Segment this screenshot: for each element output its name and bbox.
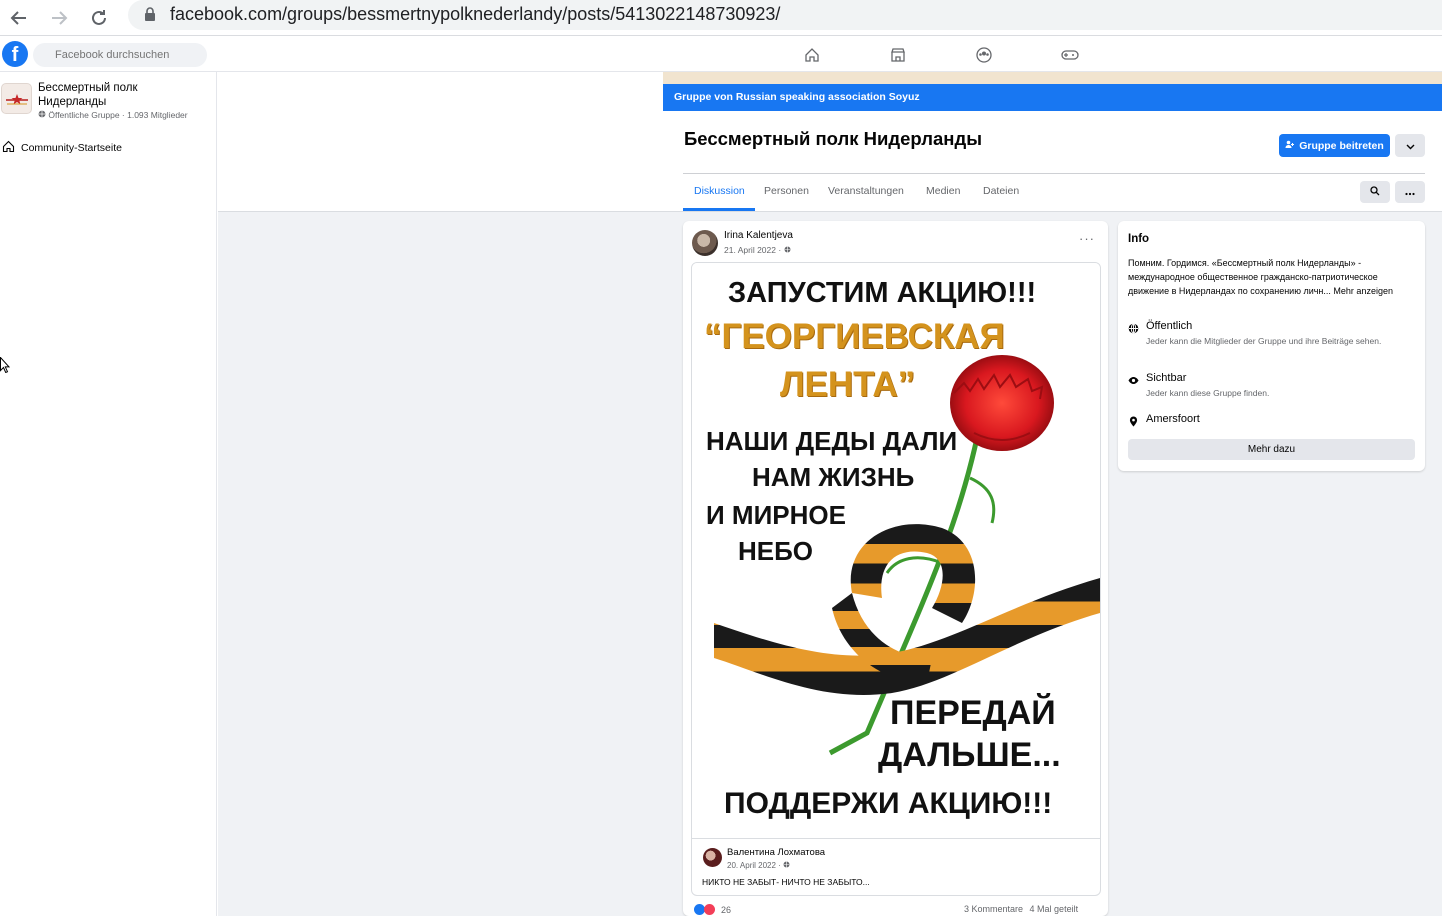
group-search-button[interactable]: [1360, 181, 1390, 203]
group-meta-text: Öffentliche Gruppe · 1.093 Mitglieder: [48, 110, 188, 120]
facebook-top-bar: f: [0, 37, 1442, 72]
shared-post[interactable]: ЗАПУСТИМ АКЦИЮ!!! “ГЕОРГИЕВСКАЯ ЛЕНТА” Н…: [691, 262, 1101, 896]
love-reaction-icon: [704, 904, 715, 915]
post-card: Irina Kalentjeva 21. April 2022 · ··· ЗА…: [683, 221, 1108, 916]
poster-line-1: ЗАПУСТИМ АКЦИЮ!!!: [728, 277, 1037, 309]
tab-people[interactable]: Personen: [764, 185, 809, 197]
reactions-summary[interactable]: 26: [694, 904, 731, 915]
facebook-logo[interactable]: f: [2, 41, 28, 67]
comments-count[interactable]: 3 Kommentare: [964, 904, 1023, 914]
parent-group-banner[interactable]: Gruppe von Russian speaking association …: [663, 84, 1442, 111]
community-home-label: Community-Startseite: [21, 142, 122, 154]
sidebar-group-name[interactable]: Бессмертный полк Нидерланды: [38, 81, 208, 109]
people-icon: [1285, 140, 1295, 152]
shared-post-text: НИКТО НЕ ЗАБЫТ- НИЧТО НЕ ЗАБЫТО...: [702, 877, 870, 887]
post-image[interactable]: ЗАПУСТИМ АКЦИЮ!!! “ГЕОРГИЕВСКАЯ ЛЕНТА” Н…: [692, 263, 1100, 839]
location-title[interactable]: Amersfoort: [1146, 413, 1200, 425]
info-title: Info: [1128, 233, 1150, 245]
url-text: facebook.com/groups/bessmertnypolknederl…: [170, 4, 781, 24]
sidebar-group-meta: Öffentliche Gruppe · 1.093 Mitglieder: [38, 110, 188, 120]
reaction-count: 26: [721, 904, 732, 915]
shared-post-author[interactable]: Валентина Лохматова: [727, 847, 825, 858]
post-author[interactable]: Irina Kalentjeva: [724, 230, 793, 241]
chevron-down-button[interactable]: [1395, 134, 1425, 157]
tab-files[interactable]: Dateien: [983, 185, 1019, 197]
poster-line-3: ЛЕНТА”: [780, 365, 916, 404]
join-group-button[interactable]: Gruppe beitreten: [1279, 134, 1390, 157]
cover-photo: [663, 72, 1442, 84]
shared-post-date[interactable]: 20. April 2022 ·: [727, 861, 790, 870]
browser-toolbar: facebook.com/groups/bessmertnypolknederl…: [0, 0, 1442, 36]
info-card: Info Помним. Гордимся. «Бессмертный полк…: [1118, 221, 1425, 471]
poster-line-4: НАШИ ДЕДЫ ДАЛИ: [706, 426, 958, 456]
group-thumbnail[interactable]: [1, 83, 32, 114]
page-title: Бессмертный полк Нидерланды: [684, 128, 983, 149]
poster-line-8: ПЕРЕДАЙ: [890, 694, 1056, 732]
post-date[interactable]: 21. April 2022 ·: [724, 245, 791, 255]
visibility-title: Sichtbar: [1146, 372, 1187, 384]
marketplace-icon[interactable]: [888, 45, 908, 65]
poster-line-9: ДАЛЬШЕ...: [878, 736, 1061, 774]
facebook-search-input[interactable]: [33, 43, 207, 67]
search-icon: [1370, 183, 1380, 201]
mouse-cursor-icon: [0, 356, 11, 378]
reload-icon[interactable]: [85, 4, 113, 32]
lock-icon: [144, 7, 156, 26]
post-date-text: 21. April 2022 ·: [724, 245, 784, 255]
location-pin-icon: [1128, 414, 1139, 427]
poster-line-7: НЕБО: [738, 536, 814, 566]
back-arrow-icon[interactable]: [5, 4, 33, 32]
more-dots-icon: [1405, 183, 1415, 201]
address-bar[interactable]: facebook.com/groups/bessmertnypolknederl…: [128, 0, 1442, 30]
globe-icon: [784, 245, 791, 255]
group-description: Помним. Гордимся. «Бессмертный полк Ниде…: [1128, 256, 1418, 298]
forward-arrow-icon[interactable]: [45, 4, 73, 32]
tab-events[interactable]: Veranstaltungen: [828, 185, 904, 197]
eye-icon: [1128, 373, 1139, 384]
gaming-icon[interactable]: [1060, 45, 1080, 65]
join-group-label: Gruppe beitreten: [1299, 139, 1384, 152]
header-divider: [683, 173, 1425, 174]
show-more-link[interactable]: Mehr anzeigen: [1333, 286, 1393, 296]
community-home-link[interactable]: Community-Startseite: [2, 140, 122, 156]
poster-line-10: ПОДДЕРЖИ АКЦИЮ!!!: [724, 787, 1053, 820]
left-sidebar: Бессмертный полк Нидерланды Öffentliche …: [0, 72, 217, 916]
shared-post-date-text: 20. April 2022 ·: [727, 861, 784, 870]
shares-count[interactable]: 4 Mal geteilt: [1030, 904, 1079, 914]
poster-line-2: “ГЕОРГИЕВСКАЯ: [704, 317, 1005, 356]
globe-icon: [783, 861, 790, 870]
home-icon: [2, 140, 15, 156]
more-options-button[interactable]: [1395, 181, 1425, 203]
home-icon[interactable]: [802, 45, 822, 65]
avatar[interactable]: [703, 848, 722, 867]
post-stats: 3 Kommentare 4 Mal geteilt: [964, 904, 1078, 914]
tab-media[interactable]: Medien: [926, 185, 960, 197]
learn-more-button[interactable]: Mehr dazu: [1128, 439, 1415, 460]
poster-line-6: И МИРНОЕ: [706, 500, 846, 530]
post-menu-button[interactable]: ···: [1079, 231, 1095, 246]
poster-line-5: НАМ ЖИЗНЬ: [752, 462, 915, 492]
tab-discussion[interactable]: Diskussion: [694, 185, 745, 197]
privacy-description: Jeder kann die Mitglieder der Gruppe und…: [1146, 336, 1382, 346]
globe-icon: [38, 110, 48, 120]
globe-icon: [1128, 321, 1139, 334]
active-tab-indicator: [683, 208, 755, 211]
avatar[interactable]: [692, 230, 718, 256]
chevron-down-icon: [1406, 137, 1415, 155]
visibility-description: Jeder kann diese Gruppe finden.: [1146, 388, 1270, 398]
groups-icon[interactable]: [974, 45, 994, 65]
privacy-title: Öffentlich: [1146, 320, 1193, 332]
